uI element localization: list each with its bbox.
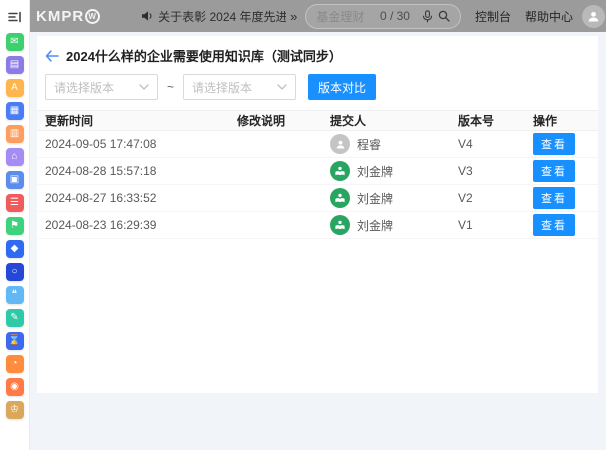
announcement-bar[interactable]: 关于表彰 2024 年度先进个人的通... » [136,8,297,25]
back-arrow-icon[interactable] [45,50,59,62]
briefcase-app-icon[interactable]: ▤ [6,56,24,74]
help-center-link[interactable]: 帮助中心 [525,8,573,25]
row-update-time: 2024-09-05 17:47:08 [45,137,237,151]
avatar [330,215,350,235]
col-header-action: 操作 [533,112,590,129]
row-submitter-cell: 程睿 [330,134,458,154]
version-history-card: 2024什么样的企业需要使用知识库（测试同步） 请选择版本 ~ 请选择版本 版本… [37,36,598,393]
avatar [330,188,350,208]
trophy-app-icon[interactable]: ♔ [6,401,24,419]
col-header-version: 版本号 [458,112,533,129]
logo-text: KMPR [36,8,84,25]
user-avatar[interactable] [582,5,605,28]
row-update-time: 2024-08-28 15:57:18 [45,164,237,178]
submitter-name: 刘金牌 [357,163,393,180]
hexagon-app-icon[interactable]: ○ [6,263,24,281]
map-app-icon[interactable]: ⚑ [6,217,24,235]
version-select-from-placeholder: 请选择版本 [54,79,139,96]
submitter-name: 程睿 [357,136,381,153]
row-version: V2 [458,191,533,205]
row-action-cell: 查看 [533,160,590,182]
version-compare-toolbar: 请选择版本 ~ 请选择版本 版本对比 [45,74,590,100]
view-button[interactable]: 查看 [533,133,575,155]
notes-app-icon[interactable]: ☰ [6,194,24,212]
table-row: 2024-08-23 16:29:39 刘金牌 V1 查看 [37,212,598,239]
console-link[interactable]: 控制台 [475,8,511,25]
col-header-submitter: 提交人 [330,112,458,129]
chevron-down-icon [139,84,149,90]
row-action-cell: 查看 [533,187,590,209]
sidebar-icon-list: ✉ ▤ A ▦ ▥ ⌂ ▣ ☰ ⚑ ◆ ○ ❝ ✎ ⌛ ◔ ◉ ♔ [6,33,24,419]
col-header-note: 修改说明 [237,112,330,129]
announcement-more-icon[interactable]: » [290,9,297,24]
top-bar: KMPRW 关于表彰 2024 年度先进个人的通... » 基金理财 0 / 3… [30,0,606,32]
compare-versions-button[interactable]: 版本对比 [308,74,376,100]
sidebar-fold-icon[interactable] [5,7,25,27]
table-row: 2024-09-05 17:47:08 程睿 V4 查看 [37,131,598,158]
kmpro-logo: KMPRW [36,8,100,25]
version-table: 更新时间 修改说明 提交人 版本号 操作 2024-09-05 17:47:08 [37,110,598,239]
logo-badge: W [85,9,100,24]
avatar [330,161,350,181]
chat-app-icon[interactable]: ✉ [6,33,24,51]
global-search[interactable]: 基金理财 0 / 30 [305,4,461,29]
card-header: 2024什么样的企业需要使用知识库（测试同步） [37,36,598,65]
search-input[interactable]: 基金理财 [316,8,380,25]
microphone-icon[interactable] [422,10,433,23]
submitter-name: 刘金牌 [357,190,393,207]
avatar [330,134,350,154]
version-select-from[interactable]: 请选择版本 [45,74,158,100]
page-title: 2024什么样的企业需要使用知识库（测试同步） [66,46,342,65]
handbag-app-icon[interactable]: ⌂ [6,148,24,166]
row-version: V1 [458,218,533,232]
table-row: 2024-08-28 15:57:18 刘金牌 V3 查看 [37,158,598,185]
messages-app-icon[interactable]: ❝ [6,286,24,304]
app-sidebar: ✉ ▤ A ▦ ▥ ⌂ ▣ ☰ ⚑ ◆ ○ ❝ ✎ ⌛ ◔ ◉ ♔ [0,0,30,450]
table-header-row: 更新时间 修改说明 提交人 版本号 操作 [37,110,598,131]
id-card-app-icon[interactable]: ▥ [6,125,24,143]
view-button[interactable]: 查看 [533,187,575,209]
row-submitter-cell: 刘金牌 [330,188,458,208]
row-version: V4 [458,137,533,151]
table-row: 2024-08-27 16:33:52 刘金牌 V2 查看 [37,185,598,212]
photo-app-icon[interactable]: ▣ [6,171,24,189]
view-button[interactable]: 查看 [533,160,575,182]
range-separator: ~ [167,80,174,94]
version-select-to-placeholder: 请选择版本 [192,79,277,96]
row-update-time: 2024-08-27 16:33:52 [45,191,237,205]
col-header-update-time: 更新时间 [45,112,237,129]
row-action-cell: 查看 [533,214,590,236]
camera-app-icon[interactable]: ◉ [6,378,24,396]
row-submitter-cell: 刘金牌 [330,215,458,235]
row-submitter-cell: 刘金牌 [330,161,458,181]
row-update-time: 2024-08-23 16:29:39 [45,218,237,232]
speaker-icon [141,10,153,22]
hourglass-app-icon[interactable]: ⌛ [6,332,24,350]
view-button[interactable]: 查看 [533,214,575,236]
table-body: 2024-09-05 17:47:08 程睿 V4 查看 2024-08-28 … [37,131,598,239]
version-select-to[interactable]: 请选择版本 [183,74,296,100]
app-root: ✉ ▤ A ▦ ▥ ⌂ ▣ ☰ ⚑ ◆ ○ ❝ ✎ ⌛ ◔ ◉ ♔ KMPRW 关于表彰 2024 年度先进个人… [0,0,606,450]
row-action-cell: 查看 [533,133,590,155]
search-char-counter: 0 / 30 [380,9,410,23]
chevron-down-icon [277,84,287,90]
translate-app-icon[interactable]: A [6,79,24,97]
row-version: V3 [458,164,533,178]
submitter-name: 刘金牌 [357,217,393,234]
toolbox-app-icon[interactable]: ▦ [6,102,24,120]
signature-app-icon[interactable]: ✎ [6,309,24,327]
pie-app-icon[interactable]: ◔ [6,355,24,373]
search-icon[interactable] [438,10,450,22]
announcement-text: 关于表彰 2024 年度先进个人的通... [158,8,286,25]
cube-app-icon[interactable]: ◆ [6,240,24,258]
